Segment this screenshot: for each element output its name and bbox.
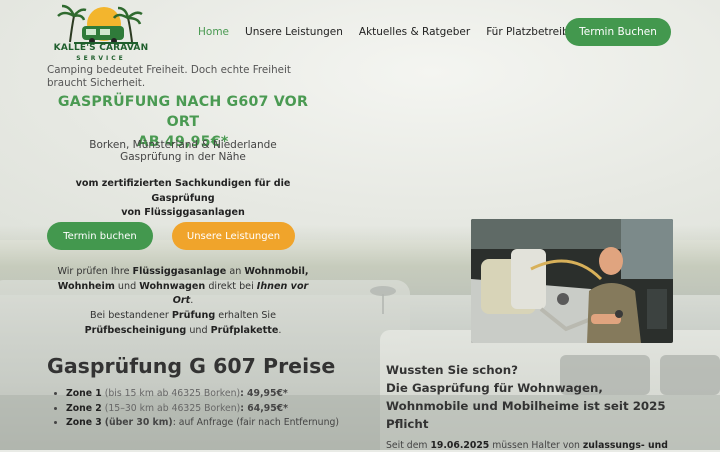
zone-range: (bis 15 km ab 46325 Borken)	[104, 388, 241, 399]
info-line: Wohnmobile und Mobilheime ist seit 2025	[386, 399, 666, 413]
certified-line1: vom zertifizierten Sachkundigen für die …	[75, 178, 291, 204]
site-logo[interactable]: KALLE'S CARAVAN SERVICE	[52, 2, 150, 64]
desc-text: Bei bestandener	[90, 310, 172, 322]
info-paragraph: Seit dem 19.06.2025 müssen Halter von zu…	[386, 439, 686, 452]
desc-bold: Wohnheim	[57, 280, 115, 292]
desc-text: und	[186, 324, 211, 336]
desc-bold: Wohnwagen	[139, 280, 206, 292]
desc-text: .	[190, 295, 194, 307]
info-line: Pflicht	[386, 417, 429, 431]
hero-tagline: Camping bedeutet Freiheit. Doch echte Fr…	[47, 64, 291, 89]
info-line: Wussten Sie schon?	[386, 363, 519, 377]
info-line: Die Gasprüfung für Wohnwagen,	[386, 381, 603, 395]
hero-certified: vom zertifizierten Sachkundigen für die …	[47, 177, 319, 221]
zone-label: Zone 2	[66, 402, 102, 414]
logo-title: KALLE'S CARAVAN	[53, 43, 149, 53]
zone-label: Zone 1	[66, 388, 102, 399]
desc-text: direkt bei	[205, 280, 257, 292]
nav-item-aktuelles-ratgeber[interactable]: Aktuelles & Ratgeber	[359, 26, 470, 38]
info-date: 19.06.2025	[430, 440, 490, 451]
zone-price: : 64,95€*	[240, 402, 288, 414]
logo-subtitle: SERVICE	[76, 55, 126, 62]
price-item-zone-2: Zone 2 (15–30 km ab 46325 Borken): 64,95…	[66, 402, 366, 417]
zone-range: (15–30 km ab 46325 Borken)	[104, 402, 241, 414]
price-item-zone-1: Zone 1 (bis 15 km ab 46325 Borken): 49,9…	[66, 387, 366, 402]
desc-bold: Prüfplakette	[210, 324, 279, 336]
desc-text: an	[226, 266, 245, 277]
hero-region: Borken, Münsterland & Niederlande Gasprü…	[47, 139, 319, 163]
technician-photo	[471, 219, 673, 343]
unsere-leistungen-button[interactable]: Unsere Leistungen	[172, 222, 295, 250]
price-item-zone-3: Zone 3 (über 30 km): auf Anfrage (fair n…	[66, 416, 366, 431]
desc-text: erhalten Sie	[215, 310, 276, 322]
desc-text: und	[114, 280, 140, 292]
zone-range: (über 30 km)	[104, 417, 173, 429]
zone-price: : auf Anfrage (fair nach Entfernung)	[172, 417, 339, 429]
termin-buchen-header-button[interactable]: Termin Buchen	[565, 18, 671, 46]
price-list: Zone 1 (bis 15 km ab 46325 Borken): 49,9…	[50, 387, 366, 431]
certified-line2: von Flüssiggasanlagen	[121, 207, 245, 218]
region-line1: Borken, Münsterland & Niederlande	[89, 139, 277, 151]
info-text: Seit dem	[386, 440, 431, 451]
prices-heading: Gasprüfung G 607 Preise	[47, 354, 336, 378]
hero-headline-line1: GASPRÜFUNG NACH G607 VOR ORT	[57, 94, 309, 130]
nav-item-home[interactable]: Home	[198, 26, 229, 38]
desc-text: .	[278, 324, 282, 336]
desc-text: Wir prüfen Ihre	[57, 266, 133, 277]
desc-bold: Flüssiggasanlage	[132, 266, 227, 277]
termin-buchen-button[interactable]: Termin buchen	[47, 222, 153, 250]
logo-emblem-icon	[57, 4, 143, 44]
zone-label: Zone 3	[66, 417, 102, 429]
region-line2: Gasprüfung in der Nähe	[120, 150, 246, 163]
info-text: müssen Halter von	[489, 440, 583, 451]
desc-bold: Wohnmobil,	[244, 266, 309, 277]
zone-price: : 49,95€*	[240, 388, 288, 399]
hero-description: Wir prüfen Ihre Flüssiggasanlage an Wohn…	[47, 265, 319, 339]
desc-bold: Prüfbescheinigung	[84, 324, 187, 336]
nav-item-unsere-leistungen[interactable]: Unsere Leistungen	[245, 26, 343, 38]
desc-bold: Prüfung	[171, 310, 216, 322]
info-bold: zulassungs- und	[582, 440, 668, 451]
info-heading: Wussten Sie schon? Die Gasprüfung für Wo…	[386, 361, 686, 433]
main-navigation: Home Unsere Leistungen Aktuelles & Ratge…	[198, 26, 595, 38]
